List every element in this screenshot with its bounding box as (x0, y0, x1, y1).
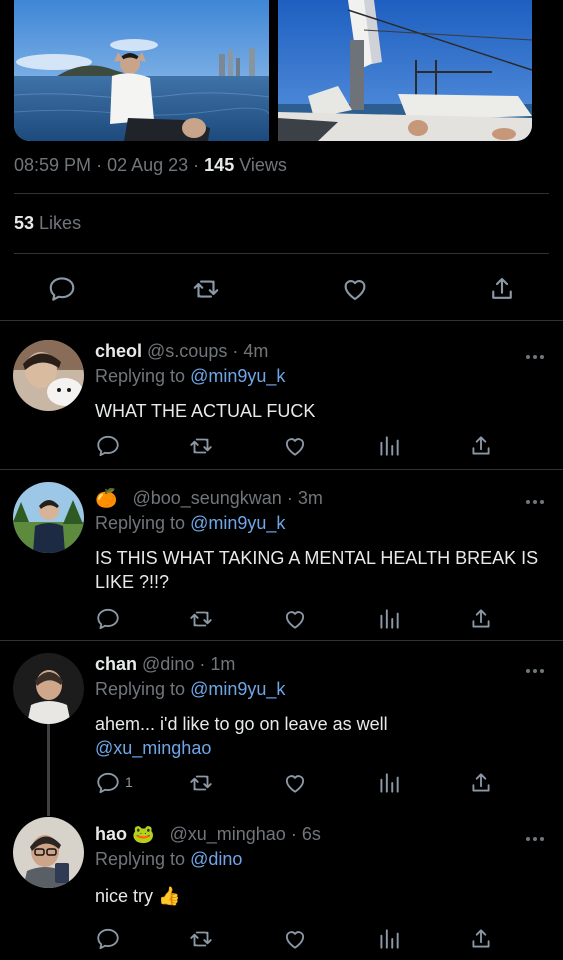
share-icon[interactable] (468, 926, 494, 952)
user-handle[interactable]: @dino (142, 654, 194, 674)
tweet-action-bar (0, 270, 563, 306)
more-icon[interactable] (525, 661, 545, 673)
reply-icon[interactable] (95, 770, 121, 796)
reply-action-bar (0, 606, 563, 636)
more-icon[interactable] (525, 347, 545, 359)
thumbs-up-emoji: 👍 (158, 886, 181, 906)
tweet-time: 08:59 PM (14, 155, 92, 175)
reply-header: hao 🐸 @xu_minghao · 6s (95, 823, 549, 845)
views-icon[interactable] (376, 770, 402, 796)
retweet-icon[interactable] (188, 433, 214, 459)
views-icon[interactable] (376, 433, 402, 459)
replying-to-link[interactable]: @min9yu_k (190, 366, 285, 386)
like-icon[interactable] (282, 926, 308, 952)
reply-tweet[interactable]: cheol @s.coups · 4m Replying to @min9yu_… (0, 321, 563, 469)
views-icon[interactable] (376, 606, 402, 632)
reply-icon[interactable] (95, 606, 121, 632)
divider (14, 193, 549, 194)
reply-text: IS THIS WHAT TAKING A MENTAL HEALTH BREA… (95, 548, 539, 592)
reply-icon[interactable] (95, 433, 121, 459)
tweet-date: 02 Aug 23 (107, 155, 189, 175)
divider (14, 253, 549, 254)
views-label: Views (239, 155, 287, 175)
replying-to-link[interactable]: @min9yu_k (190, 679, 285, 699)
replying-label: Replying to (95, 849, 186, 869)
reply-text: nice try 👍 (95, 884, 549, 908)
reply-tweet[interactable]: 🍊 @boo_seungkwan · 3m Replying to @min9y… (0, 470, 563, 640)
avatar[interactable] (13, 482, 84, 553)
replying-to-link[interactable]: @min9yu_k (190, 513, 285, 533)
like-icon[interactable] (340, 274, 370, 304)
reply-header: 🍊 @boo_seungkwan · 3m (95, 487, 549, 509)
reply-header: cheol @s.coups · 4m (95, 340, 549, 362)
share-icon[interactable] (487, 274, 517, 304)
reply-time: 6s (301, 824, 321, 844)
tweet-timestamp-line: 08:59 PM · 02 Aug 23 · 145 Views (14, 155, 287, 176)
more-icon[interactable] (525, 492, 545, 504)
replying-to-line: Replying to @min9yu_k (95, 365, 549, 387)
user-handle[interactable]: @boo_seungkwan (132, 488, 281, 508)
display-name[interactable]: cheol (95, 341, 142, 361)
retweet-icon[interactable] (188, 606, 214, 632)
replying-label: Replying to (95, 679, 186, 699)
reply-icon[interactable] (95, 926, 121, 952)
reply-action-bar (0, 433, 563, 463)
likes-count: 53 (14, 213, 35, 233)
display-name-emoji: 🍊 (95, 488, 118, 508)
replying-to-line: Replying to @dino (95, 848, 549, 870)
reply-text: WHAT THE ACTUAL FUCK (95, 401, 316, 421)
replying-label: Replying to (95, 513, 186, 533)
reply-action-bar: 1 (0, 770, 563, 800)
reply-tweet[interactable]: hao 🐸 @xu_minghao · 6s Replying to @dino… (0, 811, 563, 960)
photo-sea-portrait[interactable] (14, 0, 269, 141)
reply-time: 4m (243, 341, 269, 361)
reply-time: 3m (297, 488, 323, 508)
reply-time: 1m (210, 654, 236, 674)
views-icon[interactable] (376, 926, 402, 952)
views-count: 145 (204, 155, 235, 175)
replying-to-line: Replying to @min9yu_k (95, 678, 549, 700)
reply-count: 1 (125, 774, 133, 790)
separator-dot: · (199, 654, 211, 674)
separator-dot: · (96, 155, 108, 175)
replying-to-line: Replying to @min9yu_k (95, 512, 549, 534)
reply-action-bar (0, 926, 563, 956)
reply-header: chan @dino · 1m (95, 653, 549, 675)
display-name[interactable]: hao (95, 824, 127, 844)
share-icon[interactable] (468, 606, 494, 632)
like-icon[interactable] (282, 770, 308, 796)
retweet-icon[interactable] (188, 926, 214, 952)
share-icon[interactable] (468, 770, 494, 796)
share-icon[interactable] (468, 433, 494, 459)
replying-to-link[interactable]: @dino (190, 849, 242, 869)
photo-sailboat-deck[interactable] (278, 0, 532, 141)
display-name[interactable]: chan (95, 654, 137, 674)
separator-dot: · (232, 341, 244, 361)
tweet-media[interactable] (14, 0, 532, 141)
separator-dot: · (290, 824, 302, 844)
reply-text-body: nice try (95, 886, 154, 906)
retweet-icon[interactable] (188, 770, 214, 796)
display-name-emoji: 🐸 (132, 824, 155, 844)
separator-dot: · (193, 155, 205, 175)
avatar[interactable] (13, 817, 84, 888)
reply-text: ahem... i'd like to go on leave as well … (95, 712, 549, 760)
retweet-icon[interactable] (191, 274, 221, 304)
user-handle[interactable]: @xu_minghao (169, 824, 285, 844)
reply-tweet[interactable]: chan @dino · 1m Replying to @min9yu_k ah… (0, 641, 563, 811)
like-icon[interactable] (282, 433, 308, 459)
avatar[interactable] (13, 653, 84, 724)
likes-stat[interactable]: 53 Likes (14, 213, 81, 234)
likes-label: Likes (39, 213, 82, 233)
separator-dot: · (286, 488, 298, 508)
like-icon[interactable] (282, 606, 308, 632)
reply-text-body: ahem... i'd like to go on leave as well (95, 714, 388, 734)
avatar[interactable] (13, 340, 84, 411)
reply-icon[interactable] (47, 274, 77, 304)
user-handle[interactable]: @s.coups (147, 341, 227, 361)
mention-link[interactable]: @xu_minghao (95, 738, 211, 758)
more-icon[interactable] (525, 829, 545, 841)
replying-label: Replying to (95, 366, 186, 386)
